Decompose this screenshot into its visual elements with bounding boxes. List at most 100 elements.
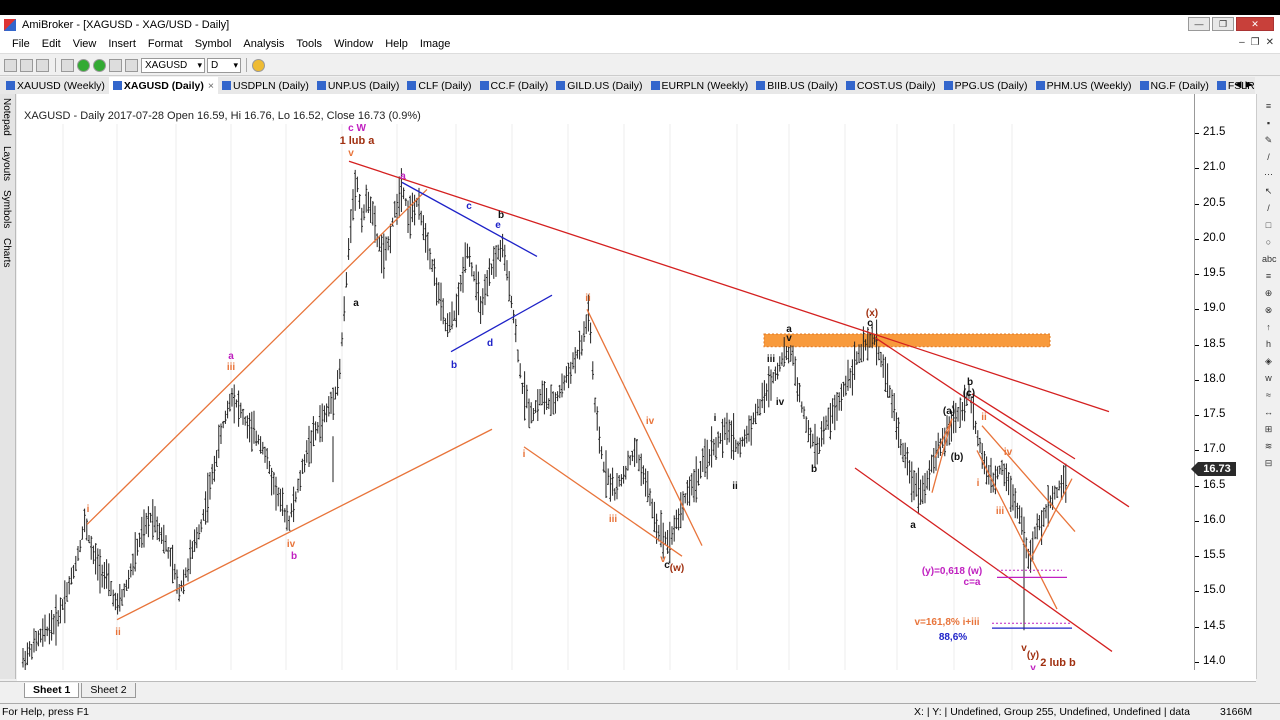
price-axis[interactable]: 21.5 21.0 20.5 20.0 19.5 19.0 18.5 18.0 17.5 17.0… <box>1191 94 1256 670</box>
tab-usdpln-daily[interactable]: USDPLN (Daily) <box>218 77 313 94</box>
tab-label: XAUUSD (Weekly) <box>17 79 105 92</box>
tab-phm-us-weekly[interactable]: PHM.US (Weekly) <box>1032 77 1136 94</box>
hlines-icon[interactable]: ≡ <box>1262 270 1275 283</box>
tab-next-icon[interactable]: ▶ <box>1244 77 1254 92</box>
back-icon[interactable] <box>77 58 90 72</box>
tab-eurpln-weekly[interactable]: EURPLN (Weekly) <box>647 77 753 94</box>
symbol-select[interactable]: XAGUSD <box>141 57 205 73</box>
menu-format[interactable]: Format <box>142 38 189 50</box>
close-button[interactable]: ✕ <box>1236 17 1274 31</box>
menu-insert[interactable]: Insert <box>102 38 142 50</box>
menu-edit[interactable]: Edit <box>36 38 67 50</box>
save-icon[interactable] <box>36 58 49 72</box>
mdi-restore-button[interactable]: ❐ <box>1251 37 1260 48</box>
print-icon[interactable] <box>109 58 122 72</box>
cancel-icon[interactable]: ⊗ <box>1262 304 1275 317</box>
marker-icon[interactable]: ◈ <box>1262 355 1275 368</box>
y-tick-label: 18.0 <box>1203 372 1226 385</box>
status-help: For Help, press F1 <box>2 706 89 718</box>
menu-analysis[interactable]: Analysis <box>237 38 290 50</box>
mdi-close-button[interactable]: ✕ <box>1266 37 1274 48</box>
pen-icon[interactable]: ✎ <box>1262 134 1275 147</box>
zoom-icon[interactable] <box>252 58 265 72</box>
period-select[interactable]: D <box>207 57 241 73</box>
wave-label-lub_b: 2 lub b <box>1040 657 1076 669</box>
fib-icon[interactable]: ≋ <box>1262 440 1275 453</box>
drawing-toolbar: ≡ ▪ ✎ / ⋯ ↖ / □ ○ abc ≡ ⊕ ⊗ ↑ h ◈ w ≈ ↔ ⊞ ≋ ⊟ <box>1256 94 1280 679</box>
tab-notepad[interactable]: Notepad <box>1 98 12 136</box>
y-tick-label: 16.0 <box>1203 513 1226 526</box>
menu-file[interactable]: File <box>6 38 36 50</box>
wave-label-fib2: c=a <box>964 577 981 588</box>
wave-icon[interactable]: ≈ <box>1262 389 1275 402</box>
split-icon[interactable]: ⊟ <box>1262 457 1275 470</box>
tab-unp-us-daily[interactable]: UNP.US (Daily) <box>313 77 404 94</box>
horizontal-scrollbar[interactable] <box>17 670 1256 681</box>
price-chart[interactable]: XAGUSD - Daily 2017-07-28 Open 16.59, Hi… <box>17 94 1194 682</box>
h-icon[interactable]: h <box>1262 338 1275 351</box>
y-tick-label: 15.0 <box>1203 584 1226 597</box>
tab-prev-icon[interactable]: ◀ <box>1233 77 1243 92</box>
tab-ppg-us-daily[interactable]: PPG.US (Daily) <box>940 77 1032 94</box>
tab-gild-us-daily[interactable]: GILD.US (Daily) <box>552 77 646 94</box>
line-icon[interactable]: / <box>1262 151 1275 164</box>
rectangle-icon[interactable]: □ <box>1262 219 1275 232</box>
cursor-icon[interactable]: ↖ <box>1262 185 1275 198</box>
menu-image[interactable]: Image <box>414 38 457 50</box>
title-bar: AmiBroker - [XAGUSD - XAG/USD - Daily] —… <box>0 15 1280 34</box>
tab-xagusd-daily[interactable]: XAGUSD (Daily) × <box>108 77 218 94</box>
tab-biib-us-daily[interactable]: BIIB.US (Daily) <box>752 77 842 94</box>
arrow-up-icon[interactable]: ↑ <box>1262 321 1275 334</box>
grid-icon[interactable]: ⊞ <box>1262 423 1275 436</box>
menu-tools[interactable]: Tools <box>290 38 328 50</box>
tab-close-icon[interactable]: × <box>208 80 214 92</box>
minimize-button[interactable]: — <box>1188 17 1210 31</box>
copy-icon[interactable] <box>125 58 138 72</box>
app-window: AmiBroker - [XAGUSD - XAG/USD - Daily] —… <box>0 15 1280 720</box>
tab-charts[interactable]: Charts <box>1 238 12 267</box>
maximize-button[interactable]: ❐ <box>1212 17 1234 31</box>
y-tick-mark <box>1195 238 1199 240</box>
red-channel-lower <box>854 467 1113 652</box>
wave-label-a_paren: (a) <box>943 406 955 417</box>
y-tick-label: 21.0 <box>1203 161 1226 174</box>
menu-symbol[interactable]: Symbol <box>189 38 238 50</box>
tab-layouts[interactable]: Layouts <box>1 146 12 181</box>
y-tick-label: 14.5 <box>1203 619 1226 632</box>
tab-cost-us-daily[interactable]: COST.US (Daily) <box>842 77 940 94</box>
horizontal-icon[interactable]: ↔ <box>1262 406 1275 419</box>
y-tick-mark <box>1195 485 1199 487</box>
wave-label-iv_r: iv <box>776 397 785 408</box>
tab-ng-f-daily[interactable]: NG.F (Daily) <box>1136 77 1213 94</box>
sheet-2-tab[interactable]: Sheet 2 <box>81 682 136 698</box>
wave-label-iii_left: iii <box>227 362 236 373</box>
open-icon[interactable] <box>20 58 33 72</box>
w-icon[interactable]: w <box>1262 372 1275 385</box>
ellipse-icon[interactable]: ○ <box>1262 236 1275 249</box>
undo-icon[interactable] <box>61 58 74 72</box>
text-icon[interactable]: abc <box>1262 253 1277 266</box>
chart-tab-icon <box>556 81 566 90</box>
chart-canvas[interactable]: c W1 lub avaacbebdaiiiiiiivbiiiiiiivvc (w… <box>17 94 1194 670</box>
menu-window[interactable]: Window <box>328 38 379 50</box>
wave-label-fib3: v=161,8% i+iii <box>914 617 979 628</box>
dots-icon[interactable]: ⋯ <box>1262 168 1275 181</box>
new-icon[interactable] <box>4 58 17 72</box>
tab-xauusd-weekly[interactable]: XAUUSD (Weekly) <box>2 77 109 94</box>
tab-symbols[interactable]: Symbols <box>1 190 12 228</box>
status-info: X: | Y: | Undefined, Group 255, Undefine… <box>914 706 1190 718</box>
forward-icon[interactable] <box>93 58 106 72</box>
y-tick-mark <box>1195 591 1199 593</box>
add-icon[interactable]: ⊕ <box>1262 287 1275 300</box>
mdi-minimize-button[interactable]: – <box>1239 37 1245 48</box>
tab-cc-f-daily[interactable]: CC.F (Daily) <box>476 77 553 94</box>
sheet-1-tab[interactable]: Sheet 1 <box>24 682 80 698</box>
y-tick-mark <box>1195 133 1199 134</box>
y-tick-label: 19.5 <box>1203 267 1226 280</box>
menu-view[interactable]: View <box>67 38 103 50</box>
menu-icon[interactable]: ≡ <box>1262 100 1275 113</box>
square-icon[interactable]: ▪ <box>1262 117 1275 130</box>
tab-clf-daily[interactable]: CLF (Daily) <box>403 77 475 94</box>
trendline-icon[interactable]: / <box>1262 202 1275 215</box>
menu-help[interactable]: Help <box>379 38 414 50</box>
